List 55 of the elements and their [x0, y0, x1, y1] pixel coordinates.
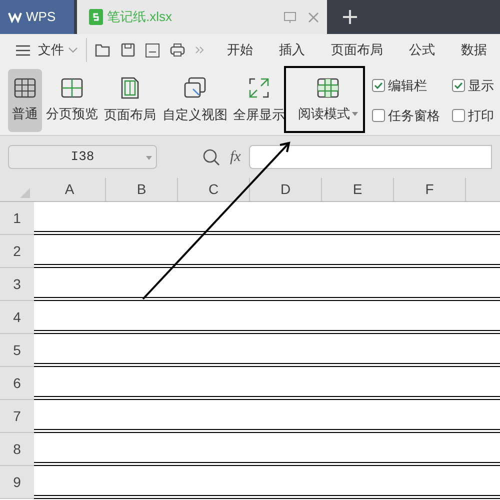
page-icon — [121, 76, 139, 99]
menu-tab[interactable]: 数据 — [461, 40, 487, 60]
caret-icon — [352, 112, 358, 116]
save-icon[interactable] — [121, 43, 135, 57]
expand-icon — [248, 76, 270, 99]
column-header[interactable]: A — [34, 178, 106, 201]
column-header[interactable]: F — [394, 178, 466, 201]
split-page-icon — [61, 78, 83, 98]
menu-tab[interactable]: 插入 — [279, 40, 305, 60]
column-header[interactable]: C — [178, 178, 250, 201]
name-box[interactable]: I38 — [8, 145, 157, 169]
checkbox-label[interactable]: 显示 — [468, 76, 494, 95]
view-button[interactable]: 阅读模式 — [292, 69, 364, 132]
menu-tab[interactable]: 页面布局 — [331, 40, 383, 60]
windows-icon — [184, 76, 206, 99]
checkbox-label[interactable]: 任务窗格 — [388, 106, 440, 126]
zoom-icon[interactable] — [203, 148, 220, 166]
menu-icon — [16, 44, 30, 56]
folder-icon[interactable] — [95, 43, 111, 57]
formula-input-field[interactable] — [248, 145, 492, 169]
view-button[interactable]: 自定义视图 — [160, 69, 230, 132]
grid-icon — [14, 78, 36, 98]
column-header[interactable]: B — [106, 178, 178, 201]
add-tab-icon[interactable] — [343, 10, 357, 24]
logo-icon — [8, 11, 22, 23]
view-button[interactable]: 全屏显示 — [232, 69, 286, 132]
checkbox[interactable] — [372, 109, 385, 122]
function-label[interactable]: fx — [230, 146, 241, 168]
print-icon[interactable] — [170, 43, 185, 57]
column-header[interactable]: E — [322, 178, 394, 201]
view-button[interactable]: 分页预览 — [44, 69, 100, 132]
checkbox[interactable] — [372, 78, 385, 92]
cell-row[interactable] — [34, 235, 500, 268]
view-button[interactable]: 页面布局 — [102, 69, 158, 132]
home-tab[interactable]: WPS — [0, 0, 74, 34]
cell-row[interactable] — [34, 367, 500, 400]
checkbox-label[interactable]: 编辑栏 — [388, 76, 427, 95]
spreadsheet-icon — [89, 9, 103, 25]
cell-row[interactable] — [34, 433, 500, 466]
cell-row[interactable] — [34, 202, 500, 235]
cell-row[interactable] — [34, 400, 500, 433]
menu-tab[interactable]: 公式 — [409, 40, 435, 60]
reading-grid-icon — [317, 78, 339, 98]
column-header[interactable]: D — [250, 178, 322, 201]
checkbox[interactable] — [452, 109, 465, 122]
checkbox[interactable] — [452, 78, 465, 92]
file-menu[interactable]: 文件 — [0, 38, 87, 62]
chevron-down-icon — [68, 47, 78, 53]
view-button[interactable]: 普通 — [8, 69, 42, 132]
checkbox-label[interactable]: 打印 — [468, 106, 494, 126]
cell-row[interactable] — [34, 301, 500, 334]
menu-tab[interactable]: 开始 — [227, 40, 253, 60]
cell-row[interactable] — [34, 268, 500, 301]
cell-row[interactable] — [34, 334, 500, 367]
cell-row[interactable] — [34, 466, 500, 499]
